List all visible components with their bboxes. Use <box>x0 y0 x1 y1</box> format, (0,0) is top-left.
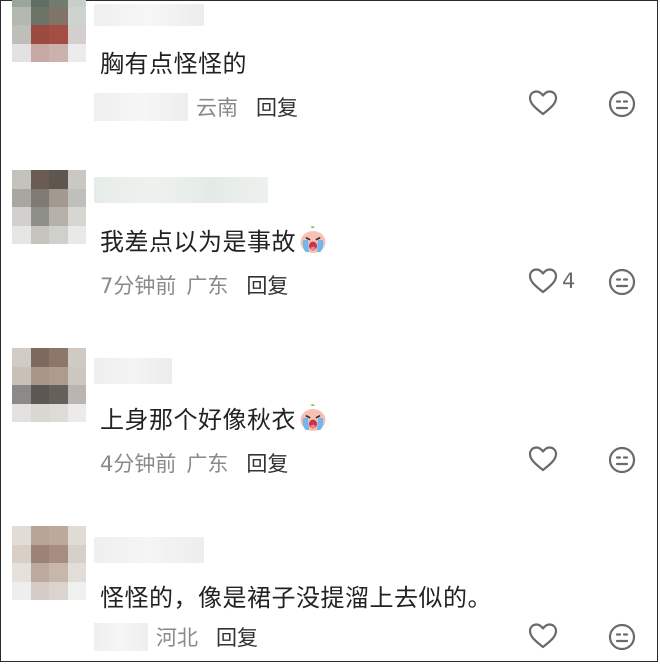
username-blurred[interactable] <box>94 4 204 26</box>
username-blurred[interactable] <box>94 537 204 563</box>
username-blurred[interactable] <box>94 177 268 203</box>
comment-text: 怪怪的，像是裙子没提溜上去似的。 <box>100 584 492 612</box>
meh-face-icon[interactable] <box>607 89 637 119</box>
comment-meta: 云南 回复 <box>94 92 298 122</box>
like-count: 4 <box>562 269 576 293</box>
time-blurred <box>94 623 148 651</box>
heart-outline-icon <box>528 623 558 649</box>
meh-face-icon[interactable] <box>607 622 637 652</box>
avatar[interactable] <box>12 348 86 422</box>
reply-button[interactable]: 回复 <box>256 92 298 122</box>
like-button[interactable] <box>528 89 562 117</box>
comment-text-value: 我差点以为是事故 <box>100 228 296 256</box>
heart-outline-icon <box>528 268 558 294</box>
location: 河北 <box>156 626 198 650</box>
crying-face-emoji-icon <box>300 404 326 431</box>
avatar[interactable] <box>12 170 86 244</box>
location: 云南 <box>196 96 238 120</box>
crying-face-emoji-icon <box>300 226 326 253</box>
meh-face-icon[interactable] <box>607 267 637 297</box>
comment-meta: 河北 回复 <box>94 622 258 652</box>
comment-text: 上身那个好像秋衣 <box>100 400 328 435</box>
avatar[interactable] <box>12 526 86 600</box>
timestamp: 4分钟前 <box>100 452 177 476</box>
meh-face-icon[interactable] <box>607 445 637 475</box>
heart-outline-icon <box>528 90 558 116</box>
reply-button[interactable]: 回复 <box>246 270 288 300</box>
like-button[interactable] <box>528 445 562 473</box>
comment-meta: 7分钟前 广东 回复 <box>94 270 288 300</box>
reply-button[interactable]: 回复 <box>216 622 258 652</box>
comment-text: 胸有点怪怪的 <box>100 50 247 78</box>
username-blurred[interactable] <box>94 358 172 384</box>
heart-outline-icon <box>528 446 558 472</box>
location: 广东 <box>186 452 229 476</box>
comment-meta: 4分钟前 广东 回复 <box>94 448 288 478</box>
avatar[interactable] <box>12 0 86 62</box>
location: 广东 <box>186 274 229 298</box>
time-blurred <box>94 93 188 121</box>
reply-button[interactable]: 回复 <box>246 448 288 478</box>
like-button[interactable] <box>528 622 562 650</box>
timestamp: 7分钟前 <box>100 274 177 298</box>
comment-text: 我差点以为是事故 <box>100 222 328 257</box>
like-button[interactable]: 4 <box>528 267 575 295</box>
comment-text-value: 上身那个好像秋衣 <box>100 406 296 434</box>
